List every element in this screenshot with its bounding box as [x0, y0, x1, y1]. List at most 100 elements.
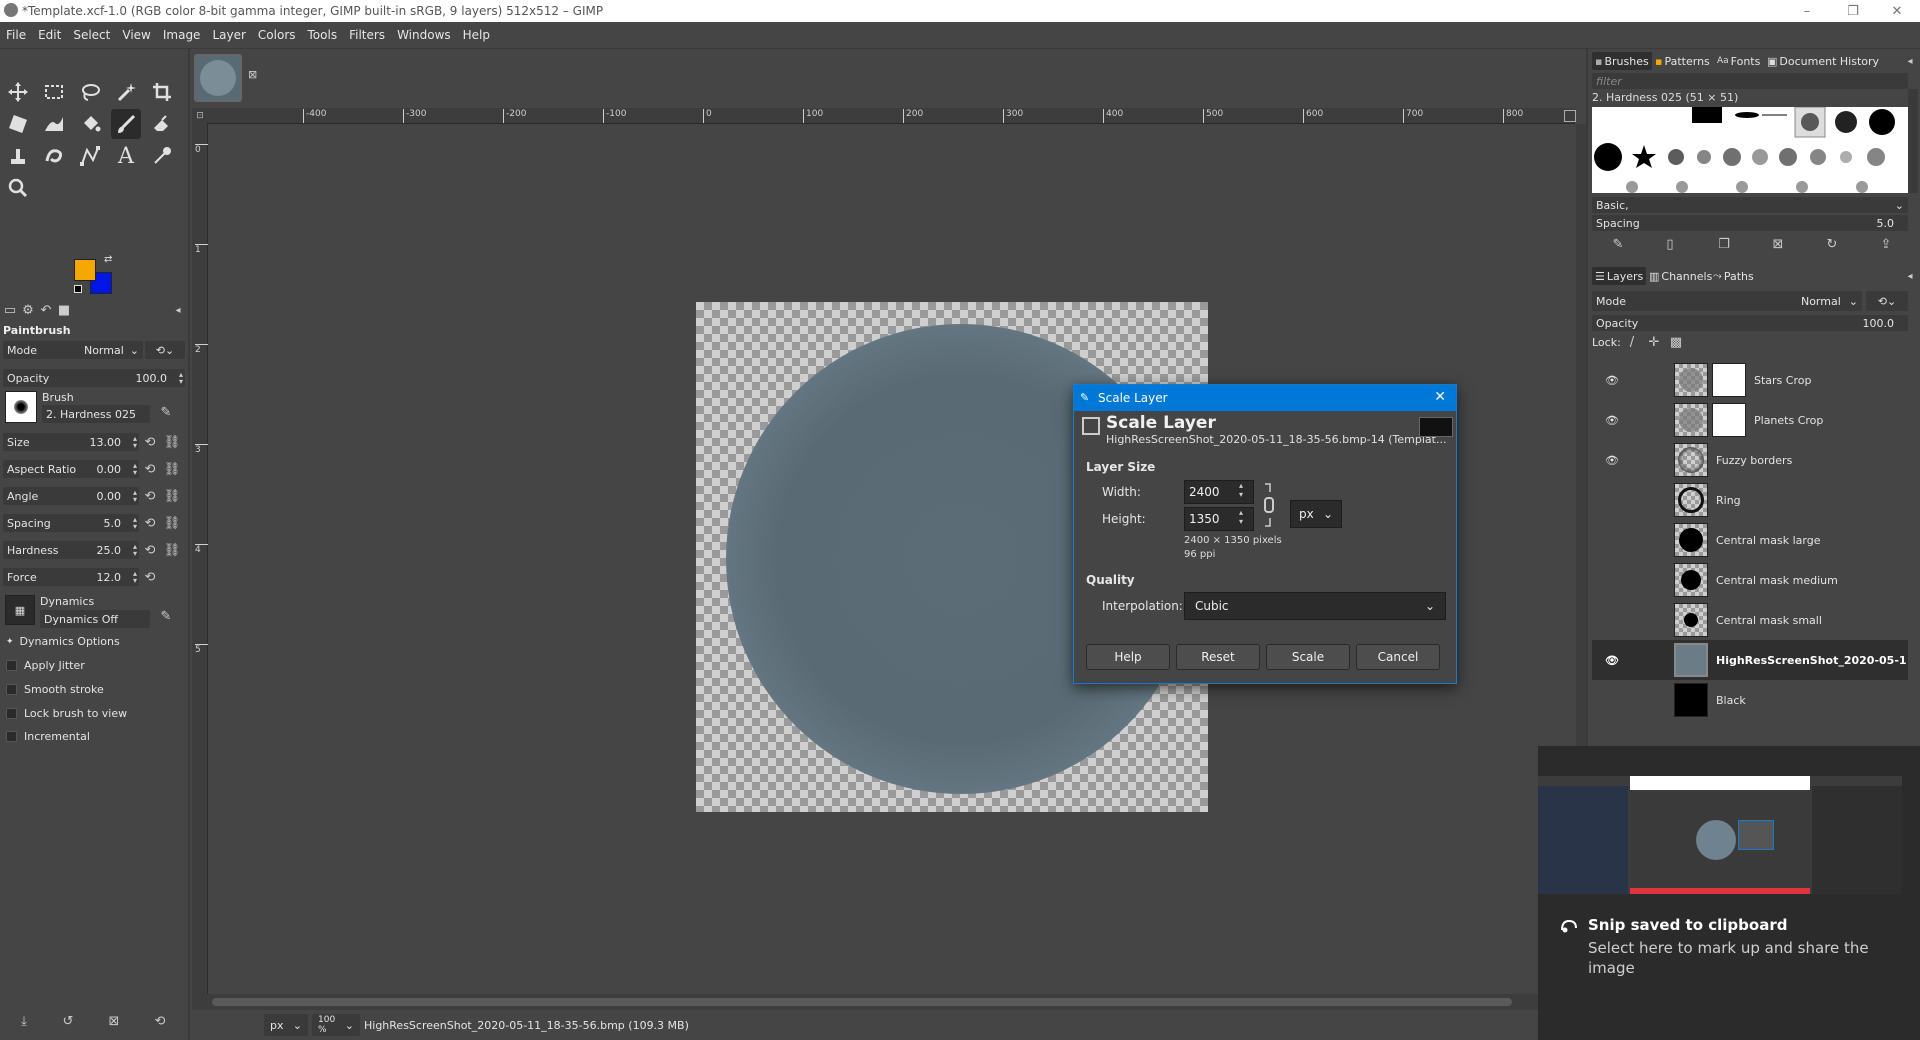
width-spin-icon[interactable]: ▴ ▾: [1239, 481, 1243, 499]
angle-slider[interactable]: Angle 0.00 ▴ ▾: [3, 487, 139, 505]
save-options-icon[interactable]: ⤓: [16, 1012, 32, 1030]
move-tool-icon[interactable]: [3, 77, 33, 107]
eye-icon[interactable]: 👁: [1602, 654, 1622, 667]
snip-notification[interactable]: Snip saved to clipboard Select here to m…: [1538, 746, 1920, 1040]
layer-row-selected[interactable]: 👁 HighResScreenShot_2020-05-11_18-35-56.…: [1592, 640, 1908, 680]
layer-opacity-slider[interactable]: Opacity 100.0: [1592, 315, 1908, 331]
minimize-button[interactable]: –: [1784, 0, 1830, 22]
horizontal-ruler[interactable]: -400 -300 -200 -100 0 100 200 300 400 500 600 700 80…: [207, 108, 1575, 124]
refresh-brushes-icon[interactable]: ↻: [1824, 235, 1840, 253]
horizontal-scrollbar[interactable]: [192, 994, 1582, 1010]
menu-layer[interactable]: Layer: [212, 28, 245, 42]
brush-grid-scrollbar[interactable]: [1908, 89, 1918, 193]
layer-row[interactable]: 👁 Planets Crop: [1592, 400, 1908, 440]
reset-button[interactable]: Reset: [1176, 644, 1260, 670]
mode-reset-button[interactable]: ⟲⌄: [145, 341, 185, 359]
lock-alpha-icon[interactable]: ▩: [1668, 333, 1684, 351]
default-colors-icon[interactable]: [74, 285, 82, 293]
zoom-fit-icon[interactable]: [1564, 110, 1576, 122]
tab-brushes[interactable]: ▪ Brushes: [1592, 52, 1652, 70]
eye-icon[interactable]: 👁: [1602, 454, 1622, 467]
brush-set-select[interactable]: Basic, ⌄: [1592, 197, 1908, 213]
paint-mode-select[interactable]: Mode Normal ⌄: [3, 341, 143, 359]
eye-icon[interactable]: 👁: [1602, 414, 1622, 427]
swap-colors-icon[interactable]: ⇄: [104, 254, 112, 265]
delete-brush-icon[interactable]: ⊠: [1770, 235, 1786, 253]
edit-brush-icon[interactable]: ✎: [158, 403, 174, 421]
menu-windows[interactable]: Windows: [397, 28, 451, 42]
layer-row[interactable]: 👁 Central mask large: [1592, 520, 1908, 560]
duplicate-brush-icon[interactable]: ❐: [1716, 235, 1732, 253]
unit-select[interactable]: px ⌄: [264, 1014, 308, 1036]
configure-tab-icon[interactable]: ◂: [170, 301, 186, 319]
zoom-select[interactable]: 100 % ⌄: [312, 1014, 360, 1036]
layers-configure-icon[interactable]: ◂: [1902, 267, 1918, 285]
layer-row[interactable]: 👁 Ring: [1592, 480, 1908, 520]
height-input[interactable]: 1350: [1184, 507, 1254, 531]
menu-image[interactable]: Image: [163, 28, 201, 42]
edit-brush-dock-icon[interactable]: ✎: [1610, 235, 1626, 253]
tab-paths[interactable]: ⤳ Paths: [1710, 267, 1757, 285]
layer-row[interactable]: 👁 Central mask small: [1592, 600, 1908, 640]
brush-filter-input[interactable]: filter: [1592, 73, 1908, 89]
color-picker-tool-icon[interactable]: [147, 141, 177, 171]
apply-jitter-checkbox[interactable]: Apply Jitter: [6, 659, 85, 672]
crop-tool-icon[interactable]: [147, 77, 177, 107]
link-size-icon[interactable]: ⛓: [164, 433, 181, 451]
maximize-button[interactable]: ❐: [1830, 0, 1876, 22]
brush-spacing-slider[interactable]: Spacing 5.0: [1592, 215, 1908, 231]
paintbrush-tool-icon[interactable]: [111, 109, 141, 139]
link-aspect-icon[interactable]: ⛓: [164, 460, 181, 478]
delete-options-icon[interactable]: ⊠: [106, 1012, 122, 1030]
interpolation-dropdown[interactable]: Cubic ⌄: [1184, 592, 1446, 620]
smooth-stroke-checkbox[interactable]: Smooth stroke: [6, 683, 104, 696]
dialog-close-icon[interactable]: ✕: [1434, 389, 1446, 405]
layer-row[interactable]: 👁 Stars Crop: [1592, 360, 1908, 400]
edit-dynamics-icon[interactable]: ✎: [158, 607, 174, 625]
tab-layers[interactable]: ☰ Layers: [1592, 267, 1647, 285]
force-slider[interactable]: Force 12.0 ▴ ▾: [3, 568, 139, 586]
clone-tool-icon[interactable]: [3, 141, 33, 171]
link-angle-icon[interactable]: ⛓: [164, 487, 181, 505]
link-hardness-icon[interactable]: ⛓: [164, 541, 181, 559]
menu-filters[interactable]: Filters: [349, 28, 385, 42]
dynamics-options-expander[interactable]: ✦ Dynamics Options: [6, 635, 120, 648]
dynamics-name-field[interactable]: Dynamics Off: [40, 610, 150, 628]
hardness-slider[interactable]: Hardness 25.0 ▴ ▾: [3, 541, 139, 559]
lock-brush-checkbox[interactable]: Lock brush to view: [6, 707, 127, 720]
incremental-checkbox[interactable]: Incremental: [6, 730, 90, 743]
menu-tools[interactable]: Tools: [308, 28, 338, 42]
aspect-ratio-slider[interactable]: Aspect Ratio 0.00 ▴ ▾: [3, 460, 139, 478]
close-image-tab-icon[interactable]: ⊠: [248, 68, 257, 81]
close-window-button[interactable]: ✕: [1874, 0, 1920, 22]
tab-document-history[interactable]: ▣ Document History: [1764, 52, 1882, 70]
chain-link-icon[interactable]: [1262, 482, 1276, 528]
size-slider[interactable]: Size 13.00 ▴ ▾: [3, 433, 139, 451]
layer-row[interactable]: 👁 Fuzzy borders: [1592, 440, 1908, 480]
menu-help[interactable]: Help: [463, 28, 490, 42]
layer-mode-reset-button[interactable]: ⟲⌄: [1866, 291, 1908, 311]
link-spacing-icon[interactable]: ⛓: [164, 514, 181, 532]
menu-select[interactable]: Select: [73, 28, 110, 42]
reset-hardness-icon[interactable]: ⟲: [142, 541, 158, 559]
foreground-color-swatch[interactable]: [74, 259, 96, 281]
tab-patterns[interactable]: ▪ Patterns: [1652, 52, 1713, 70]
dock-configure-icon[interactable]: ◂: [1902, 52, 1918, 70]
menu-file[interactable]: File: [6, 28, 26, 42]
eye-icon[interactable]: 👁: [1602, 374, 1622, 387]
reset-angle-icon[interactable]: ⟲: [142, 487, 158, 505]
reset-options-icon[interactable]: ⟲: [152, 1012, 168, 1030]
transform-tool-icon[interactable]: [3, 109, 33, 139]
vertical-ruler[interactable]: 0 1 2 3 4 5: [192, 124, 208, 994]
text-tool-icon[interactable]: A: [111, 141, 141, 171]
unit-dropdown[interactable]: px ⌄: [1290, 500, 1342, 528]
scale-button[interactable]: Scale: [1266, 644, 1350, 670]
layer-mask-thumbnail[interactable]: [1712, 403, 1746, 437]
menu-view[interactable]: View: [122, 28, 150, 42]
tab-fonts[interactable]: Aa Fonts: [1714, 52, 1763, 70]
ruler-corner-icon[interactable]: ⊡: [192, 108, 208, 124]
tool-options-tab-icon[interactable]: ▭: [2, 301, 18, 319]
reset-spacing-icon[interactable]: ⟲: [142, 514, 158, 532]
layer-mask-thumbnail[interactable]: [1712, 363, 1746, 397]
menu-edit[interactable]: Edit: [38, 28, 61, 42]
